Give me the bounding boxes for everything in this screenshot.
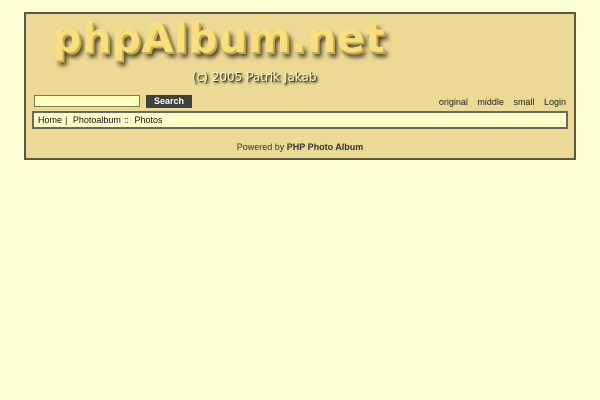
size-small-link[interactable]: small	[513, 97, 534, 107]
breadcrumb-separator: ::	[123, 115, 129, 125]
size-middle-link[interactable]: middle	[477, 97, 504, 107]
size-original-link[interactable]: original	[439, 97, 468, 107]
login-link[interactable]: Login	[544, 97, 566, 107]
breadcrumb-photoalbum-link[interactable]: Photoalbum	[73, 115, 121, 125]
search-button[interactable]: Search	[146, 95, 192, 108]
footer: Powered by PHP Photo Album	[26, 142, 574, 152]
site-logo-title: phpAlbum.net	[52, 14, 386, 62]
footer-prefix: Powered by	[236, 142, 285, 152]
site-copyright: (c) 2005 Patrik Jakab	[192, 70, 317, 84]
footer-brand-link[interactable]: PHP Photo Album	[287, 142, 364, 152]
breadcrumb-current: Photos	[134, 115, 163, 125]
search-input[interactable]	[34, 95, 140, 107]
breadcrumb-separator: |	[65, 115, 68, 125]
size-nav: original middle small Login	[432, 97, 566, 107]
breadcrumb-home-link[interactable]: Home	[38, 115, 62, 125]
header-panel: phpAlbum.net (c) 2005 Patrik Jakab Searc…	[24, 12, 576, 160]
breadcrumb: Home | Photoalbum:: Photos	[32, 111, 568, 129]
